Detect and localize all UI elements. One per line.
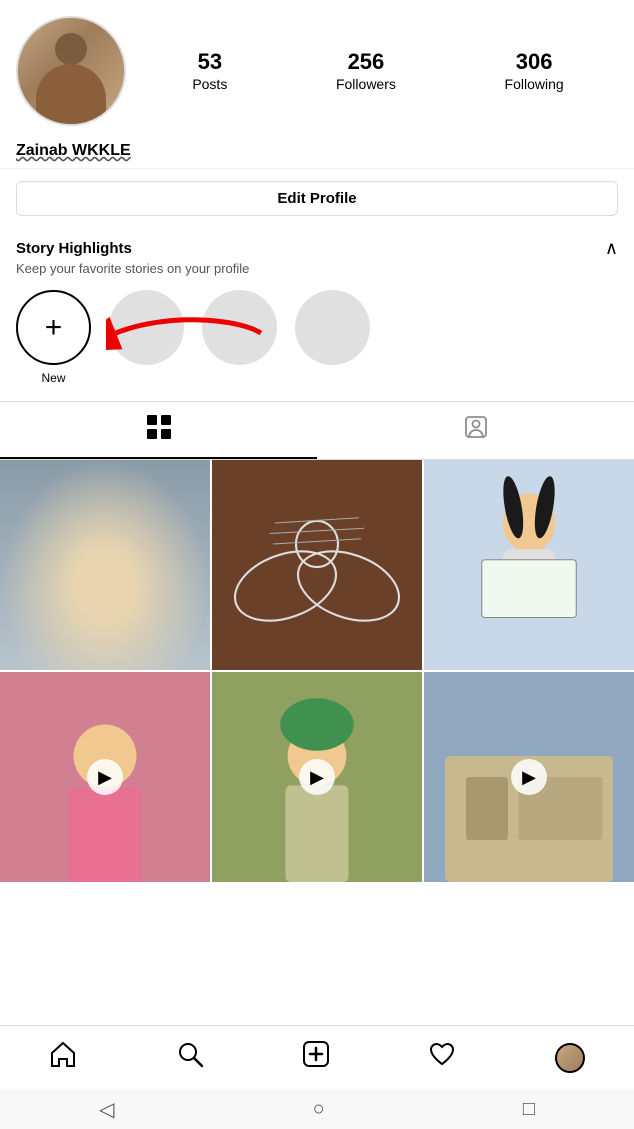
heart-icon [428, 1040, 456, 1075]
grid-cell-3[interactable] [424, 460, 634, 670]
stats-area: 53 Posts 256 Followers 306 Following [138, 50, 618, 92]
play-icon-1: ▶ [87, 759, 123, 795]
recent-button[interactable]: □ [503, 1094, 555, 1125]
posts-stat[interactable]: 53 Posts [192, 50, 227, 92]
posts-count: 53 [198, 50, 222, 74]
story-highlights-subtitle: Keep your favorite stories on your profi… [16, 261, 618, 276]
add-icon [302, 1040, 330, 1075]
home-button[interactable]: ○ [293, 1094, 345, 1125]
grid-icon [146, 414, 172, 447]
edit-profile-wrap: Edit Profile [0, 169, 634, 228]
following-label: Following [505, 76, 564, 92]
highlight-circle-3 [295, 290, 370, 365]
following-count: 306 [516, 50, 553, 74]
highlight-circle-2 [202, 290, 277, 365]
grid-cell-5[interactable]: ▶ [212, 672, 422, 882]
username: Zainab WKKLE [16, 142, 131, 159]
story-highlights-header: Story Highlights ∧ [16, 238, 618, 259]
edit-profile-button[interactable]: Edit Profile [16, 181, 618, 216]
person-tag-icon [463, 414, 489, 447]
nav-add[interactable] [286, 1036, 346, 1079]
highlight-item-2[interactable] [202, 290, 277, 365]
highlight-circle-1 [109, 290, 184, 365]
nav-home[interactable] [33, 1036, 93, 1079]
posts-label: Posts [192, 76, 227, 92]
nav-profile[interactable] [539, 1039, 601, 1077]
plus-icon: + [45, 313, 63, 343]
nav-activity[interactable] [412, 1036, 472, 1079]
search-icon [176, 1040, 204, 1075]
tab-tagged[interactable] [317, 402, 634, 459]
new-highlight-circle: + [16, 290, 91, 365]
story-highlights-section: Story Highlights ∧ Keep your favorite st… [0, 228, 634, 401]
highlight-item-3[interactable] [295, 290, 370, 365]
play-icon-3: ▶ [511, 759, 547, 795]
avatar[interactable] [16, 16, 126, 126]
following-stat[interactable]: 306 Following [505, 50, 564, 92]
grid-cell-4[interactable]: ▶ [0, 672, 210, 882]
system-nav: ◁ ○ □ [0, 1089, 634, 1129]
chevron-up-icon[interactable]: ∧ [605, 238, 618, 259]
home-icon [49, 1040, 77, 1075]
grid-cell-1[interactable] [0, 460, 210, 670]
new-highlight-label: New [41, 371, 65, 385]
profile-header: 53 Posts 256 Followers 306 Following [0, 0, 634, 138]
bottom-nav [0, 1025, 634, 1089]
username-area: Zainab WKKLE [0, 138, 634, 169]
highlight-item-1[interactable] [109, 290, 184, 365]
grid-cell-2[interactable] [212, 460, 422, 670]
play-icon-2: ▶ [299, 759, 335, 795]
followers-stat[interactable]: 256 Followers [336, 50, 396, 92]
followers-count: 256 [348, 50, 385, 74]
grid-cell-6[interactable]: ▶ [424, 672, 634, 882]
photo-grid: ▶ ▶ ▶ [0, 460, 634, 882]
back-button[interactable]: ◁ [79, 1093, 134, 1126]
highlights-row: + New [16, 290, 618, 401]
followers-label: Followers [336, 76, 396, 92]
tab-bar [0, 401, 634, 460]
new-highlight-button[interactable]: + New [16, 290, 91, 385]
profile-avatar [555, 1043, 585, 1073]
story-highlights-title: Story Highlights [16, 240, 132, 257]
tab-grid[interactable] [0, 402, 317, 459]
nav-search[interactable] [160, 1036, 220, 1079]
